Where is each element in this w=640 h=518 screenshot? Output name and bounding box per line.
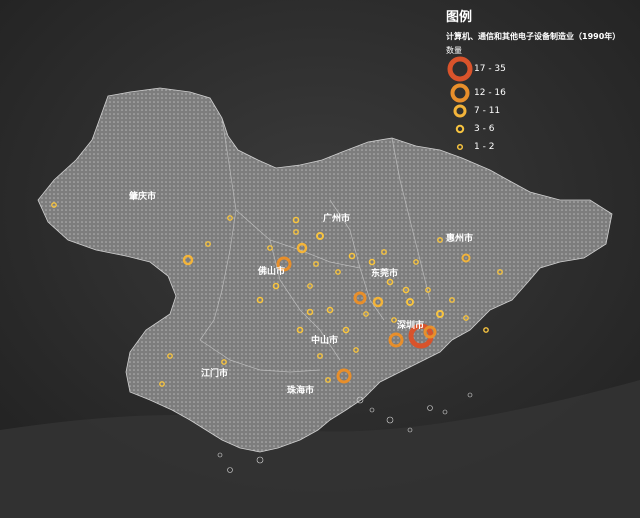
city-label: 广州市 (323, 212, 350, 224)
legend-item-label: 12 - 16 (474, 88, 506, 98)
city-label: 中山市 (311, 334, 338, 346)
city-label: 肇庆市 (129, 190, 156, 202)
legend: 图例 计算机、通信和其他电子设备制造业（1990年） 数量 17 - 35 12… (446, 6, 636, 156)
legend-item-label: 7 - 11 (474, 106, 501, 116)
legend-item-label: 1 - 2 (474, 142, 495, 152)
legend-subtitle: 计算机、通信和其他电子设备制造业（1990年） (446, 32, 621, 41)
city-label: 佛山市 (257, 265, 285, 277)
ring-tiny-icon (446, 142, 474, 152)
ring-small-icon (446, 103, 474, 119)
city-label: 珠海市 (287, 384, 314, 396)
legend-item: 12 - 16 (446, 82, 636, 104)
legend-item: 17 - 35 (446, 56, 636, 82)
ring-medium-icon (446, 82, 474, 104)
legend-item: 7 - 11 (446, 102, 636, 120)
legend-quantity-label: 数量 (446, 46, 462, 55)
ring-large-icon (446, 56, 474, 82)
city-label: 江门市 (201, 367, 228, 379)
legend-title: 图例 (446, 10, 473, 25)
city-label: 东莞市 (371, 267, 398, 279)
legend-item-label: 3 - 6 (474, 124, 495, 134)
city-label: 惠州市 (446, 232, 473, 244)
legend-item: 3 - 6 (446, 120, 636, 138)
legend-item: 1 - 2 (446, 138, 636, 156)
ring-xsmall-icon (446, 123, 474, 135)
city-label: 深圳市 (397, 319, 424, 331)
legend-item-label: 17 - 35 (474, 64, 506, 74)
